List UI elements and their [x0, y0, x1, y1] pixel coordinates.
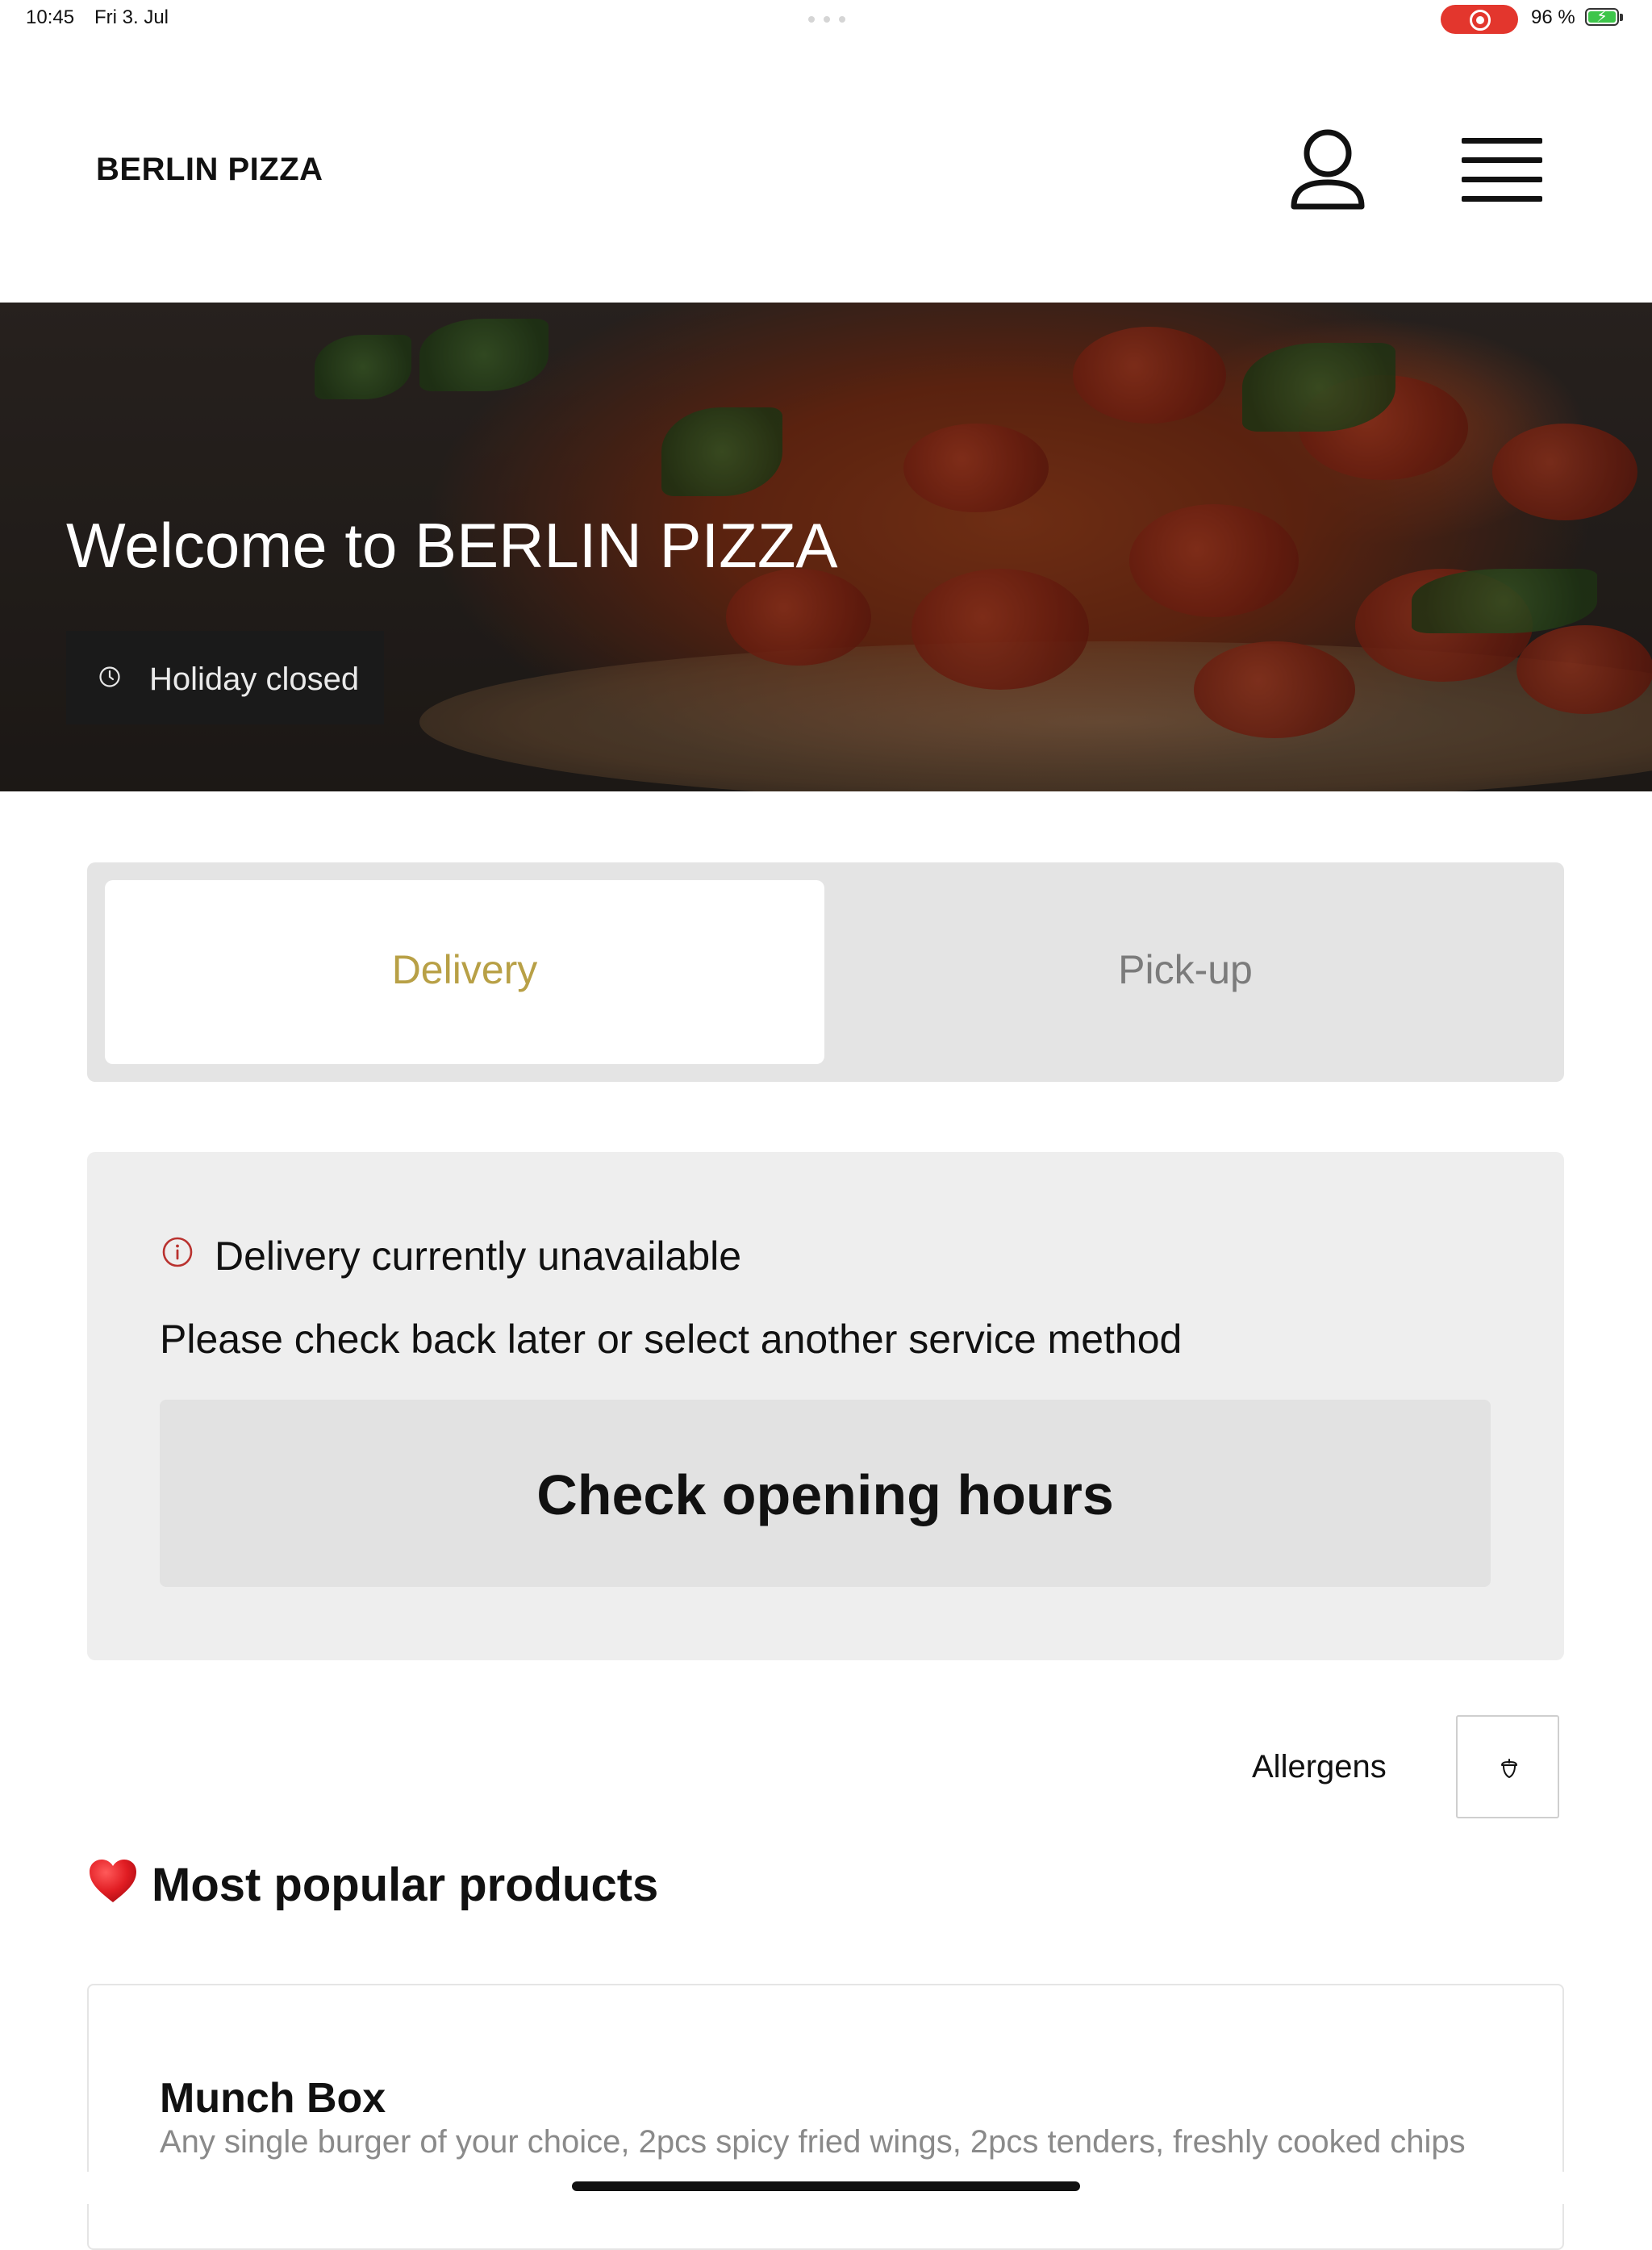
notice-description: Please check back later or select anothe…: [160, 1317, 1183, 1362]
tab-delivery-label: Delivery: [391, 947, 538, 992]
status-date: Fri 3. Jul: [94, 6, 169, 28]
record-icon: [1470, 10, 1491, 31]
notice-title: Delivery currently unavailable: [215, 1234, 742, 1279]
status-bar: 10:45 Fri 3. Jul 96 % ⚡: [0, 0, 1652, 39]
check-opening-hours-button[interactable]: Check opening hours: [160, 1400, 1491, 1587]
screen-recording-indicator[interactable]: [1441, 5, 1518, 34]
delivery-unavailable-notice: Delivery currently unavailable Please ch…: [87, 1152, 1564, 1660]
battery-percentage: 96 %: [1531, 6, 1575, 28]
opening-status-badge: Holiday closed: [66, 631, 384, 724]
menu-button[interactable]: [1462, 136, 1542, 203]
allergens-label: Allergens: [1252, 1749, 1387, 1785]
product-description: Any single burger of your choice, 2pcs s…: [160, 2124, 1466, 2160]
section-title-popular: Most popular products: [152, 1859, 659, 1911]
clock-icon: [99, 666, 120, 687]
tab-pickup[interactable]: Pick-up: [824, 880, 1546, 1064]
tab-delivery[interactable]: Delivery: [105, 880, 824, 1064]
hero-banner: Welcome to BERLIN PIZZA Holiday closed: [0, 303, 1652, 791]
check-opening-hours-label: Check opening hours: [536, 1463, 1114, 1526]
hero-title: Welcome to BERLIN PIZZA: [66, 510, 838, 581]
home-indicator[interactable]: [572, 2181, 1080, 2191]
service-method-selector: Delivery Pick-up: [87, 862, 1564, 1082]
account-button[interactable]: [1289, 127, 1366, 216]
product-card[interactable]: Munch Box Any single burger of your choi…: [87, 1984, 1564, 2250]
acorn-icon: [1501, 1759, 1517, 1778]
info-icon: [162, 1237, 193, 1267]
status-time: 10:45: [26, 6, 75, 28]
allergens-button[interactable]: [1456, 1715, 1559, 1818]
multitasking-dots[interactable]: [808, 16, 845, 23]
tab-pickup-label: Pick-up: [1118, 947, 1253, 992]
brand-logo[interactable]: BERLIN PIZZA: [96, 152, 323, 188]
battery-icon: ⚡: [1585, 8, 1623, 26]
user-icon: [1291, 129, 1365, 210]
heart-icon: [90, 1860, 136, 1902]
opening-status-text: Holiday closed: [149, 662, 360, 697]
product-name: Munch Box: [160, 2075, 386, 2122]
